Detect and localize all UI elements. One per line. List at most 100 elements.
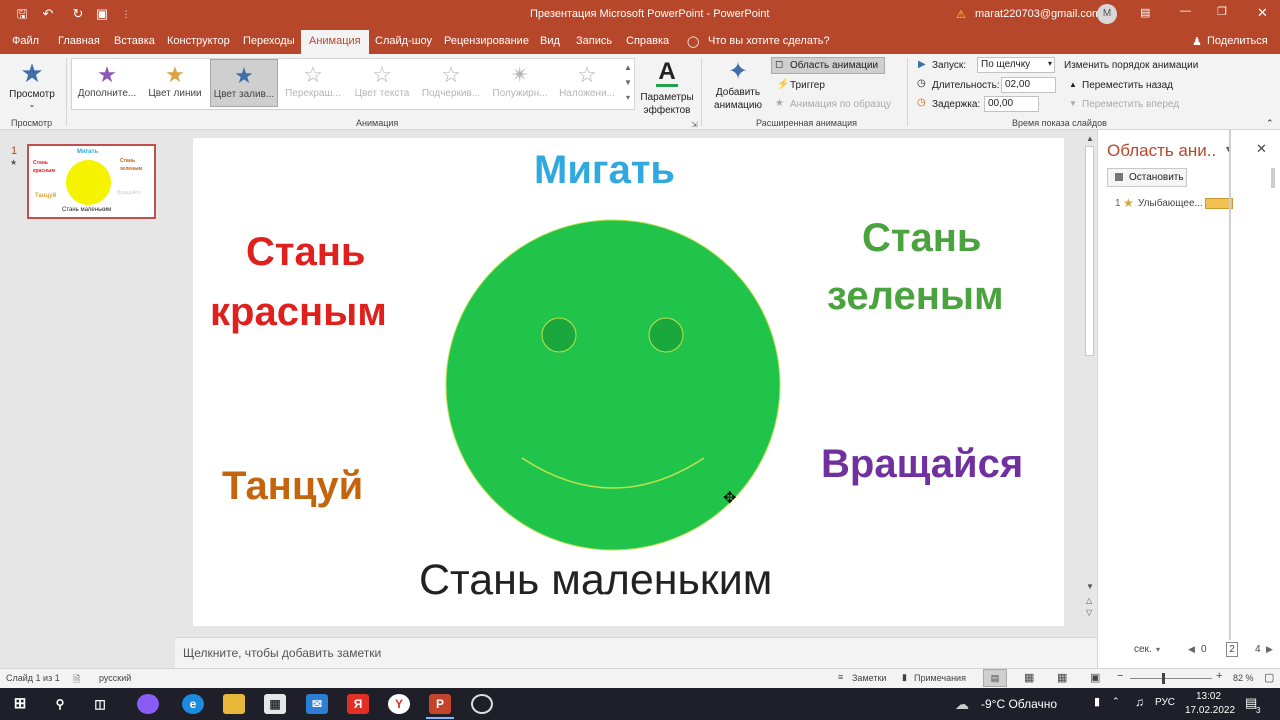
zoom-slider[interactable] (1130, 678, 1212, 679)
mail-icon[interactable]: ✉ (306, 694, 328, 714)
search-icon[interactable]: ⚲ (49, 694, 71, 714)
effect-options-button[interactable]: A Параметры эффектов (638, 58, 696, 117)
collapse-ribbon-icon[interactable]: ⌃ (1266, 118, 1274, 129)
warning-icon[interactable]: ⚠ (956, 8, 966, 21)
move-later-button[interactable]: Переместить вперед (1082, 99, 1179, 110)
scroll-down-icon[interactable]: ▼ (1086, 582, 1094, 591)
gallery-emphasis-bold[interactable]: ✴ Полужирн... (486, 59, 554, 107)
ribbon-display-icon[interactable]: ▤ (1140, 6, 1150, 19)
gallery-emphasis-overlay[interactable]: ☆ Наложени... (553, 59, 621, 107)
account-email[interactable]: marat220703@gmail.com (975, 8, 1101, 20)
text-become-small[interactable]: Стань маленьким (419, 556, 772, 605)
tab-insert[interactable]: Вставка (114, 35, 155, 47)
edge-icon[interactable]: e (182, 694, 204, 714)
zoom-slider-thumb[interactable] (1162, 673, 1165, 684)
yandex-browser-icon[interactable]: Y (388, 694, 410, 714)
next-slide-icon[interactable]: ▽ (1086, 608, 1092, 617)
tab-animations[interactable]: Анимация (301, 30, 369, 54)
share-button[interactable]: Поделиться (1207, 35, 1268, 47)
zoom-out-icon[interactable]: − (1117, 670, 1123, 682)
tab-design[interactable]: Конструктор (167, 35, 230, 47)
slideshow-icon[interactable]: ▣ (1090, 671, 1100, 684)
save-icon[interactable]: 🖫 (14, 6, 30, 22)
gallery-emphasis-recolor[interactable]: ☆ Перекраш... (279, 59, 347, 107)
gallery-scroll[interactable]: ▲ ▼ ▾ (623, 60, 633, 106)
duration-stepper[interactable]: 02,00 (1001, 77, 1056, 93)
stop-button[interactable]: Остановить (1107, 168, 1187, 187)
gallery-emphasis-fill-color[interactable]: ★ Цвет залив... (210, 59, 278, 107)
slide-scrollbar[interactable]: ▲ ▼ △ ▽ (1083, 134, 1097, 624)
prev-slide-icon[interactable]: △ (1086, 596, 1092, 605)
store-icon[interactable]: ▦ (264, 694, 286, 714)
maximize-icon[interactable]: ❐ (1217, 5, 1227, 18)
gallery-emphasis-complementary[interactable]: ★ Дополните... (73, 59, 141, 107)
text-become-green-line1[interactable]: Стань (862, 216, 981, 261)
animation-painter-button[interactable]: Анимация по образцу (790, 99, 891, 110)
tab-help[interactable]: Справка (626, 35, 669, 47)
tab-slideshow[interactable]: Слайд-шоу (375, 35, 432, 47)
text-dance[interactable]: Танцуй (222, 464, 363, 509)
dialog-launcher-icon[interactable]: ⇲ (691, 120, 698, 129)
scroll-thumb[interactable] (1085, 146, 1094, 356)
tab-transitions[interactable]: Переходы (243, 35, 295, 47)
scroll-up-icon[interactable]: ▲ (1086, 134, 1094, 143)
search-tell-me[interactable]: Что вы хотите сделать? (708, 35, 830, 47)
spellcheck-icon[interactable]: 🗎 (73, 672, 80, 688)
gallery-emphasis-text-color[interactable]: ☆ Цвет текста (348, 59, 416, 107)
reading-view-icon[interactable]: ▦ (1057, 671, 1067, 684)
explorer-icon[interactable] (223, 694, 245, 714)
present-icon[interactable]: ▣ (94, 6, 110, 22)
zoom-in-timeline-icon[interactable]: ▶ (1266, 644, 1273, 655)
preview-button[interactable]: ★ Просмотр ⌄ (6, 58, 58, 109)
tab-record[interactable]: Запись (576, 35, 612, 47)
delay-stepper[interactable]: 00,00 (984, 96, 1039, 112)
recorder-icon[interactable] (471, 694, 493, 714)
notes-area[interactable]: Щелкните, чтобы добавить заметки (175, 637, 1097, 668)
customize-qa-icon[interactable]: ⋮ (118, 6, 134, 22)
mic-icon[interactable]: ▮ (1094, 695, 1100, 708)
normal-view-icon[interactable]: ▤ (983, 669, 1007, 687)
text-become-green-line2[interactable]: зеленым (827, 274, 1004, 319)
clock-time[interactable]: 13:02 (1196, 691, 1221, 702)
tab-file[interactable]: Файл (12, 35, 39, 47)
clock-date[interactable]: 17.02.2022 (1185, 705, 1235, 716)
gallery-emphasis-underline[interactable]: ☆ Подчеркив... (417, 59, 485, 107)
slide-sorter-icon[interactable]: ▦ (1024, 671, 1034, 684)
close-icon[interactable]: ✕ (1257, 5, 1268, 21)
comments-toggle[interactable]: Примечания (914, 673, 966, 683)
zoom-level[interactable]: 82 % (1233, 673, 1254, 683)
text-become-red-line1[interactable]: Стань (246, 230, 365, 275)
volume-icon[interactable]: ♫ (1135, 695, 1144, 709)
zoom-in-icon[interactable]: + (1216, 670, 1222, 682)
alice-icon[interactable] (137, 694, 159, 714)
start-select[interactable]: По щелчку ▾ (977, 57, 1055, 73)
avatar[interactable]: M (1097, 4, 1117, 24)
trigger-button[interactable]: Триггер (790, 80, 825, 91)
add-animation-button[interactable]: ✦ Добавить анимацию (707, 58, 769, 112)
move-earlier-button[interactable]: Переместить назад (1082, 80, 1173, 91)
minimize-icon[interactable]: — (1180, 5, 1191, 17)
undo-icon[interactable]: ↶ (40, 6, 56, 22)
tab-home[interactable]: Главная (58, 35, 100, 47)
weather-text[interactable]: -9°C Облачно (981, 697, 1057, 711)
text-rotate[interactable]: Вращайся (821, 442, 1023, 487)
redo-icon[interactable]: ↻ (70, 6, 86, 22)
input-language[interactable]: РУС (1155, 697, 1175, 708)
task-view-icon[interactable]: ◫ (89, 694, 111, 714)
slide-thumbnail[interactable]: Мигать Стань красным Стань зеленым Танцу… (27, 144, 156, 219)
gallery-emphasis-line-color[interactable]: ★ Цвет линии (141, 59, 209, 107)
animation-list-item[interactable]: 1 ★ Улыбающее... (1113, 196, 1247, 212)
pane-close-icon[interactable]: ✕ (1256, 141, 1267, 157)
notes-toggle[interactable]: Заметки (852, 673, 886, 683)
show-hidden-icon[interactable]: ⌃ (1112, 696, 1120, 707)
tab-review[interactable]: Рецензирование (444, 35, 529, 47)
language-indicator[interactable]: русский (99, 673, 131, 683)
text-become-red-line2[interactable]: красным (210, 290, 387, 335)
fit-slide-icon[interactable]: ▢ (1264, 671, 1274, 684)
zoom-out-timeline-icon[interactable]: ◀ (1188, 644, 1195, 655)
pane-scroll-thumb[interactable] (1271, 168, 1275, 188)
text-blink[interactable]: Мигать (534, 148, 675, 193)
windows-start-icon[interactable]: ⊞ (9, 694, 31, 714)
powerpoint-icon[interactable]: P (429, 694, 451, 714)
slide-canvas[interactable]: Мигать Стань красным Стань зеленым Танцу… (193, 138, 1064, 626)
